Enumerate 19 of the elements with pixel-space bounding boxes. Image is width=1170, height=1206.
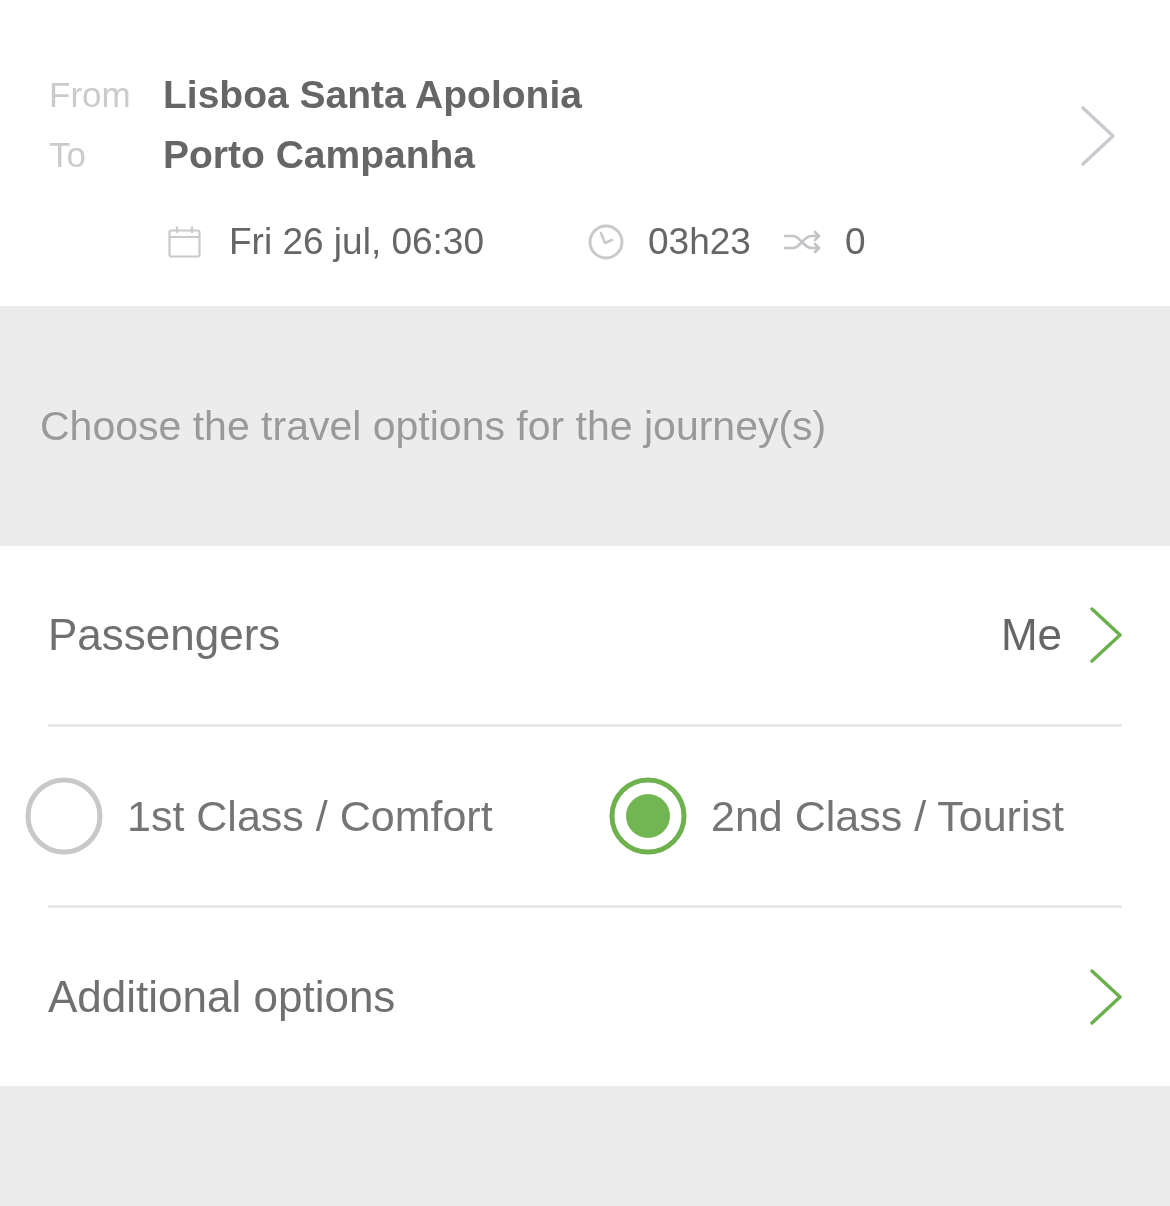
additional-options-label[interactable]: Additional options bbox=[48, 972, 396, 1022]
chevron-right-icon[interactable] bbox=[1090, 969, 1122, 1025]
chevron-right-icon[interactable] bbox=[1081, 106, 1115, 166]
calendar-icon bbox=[168, 226, 201, 258]
passengers-label[interactable]: Passengers bbox=[48, 610, 281, 660]
chevron-right-icon[interactable] bbox=[1090, 607, 1122, 663]
shuffle-icon bbox=[783, 230, 821, 254]
origin-station: Lisboa Santa Apolonia bbox=[163, 73, 582, 117]
class-option-label[interactable]: 1st Class / Comfort bbox=[127, 791, 493, 841]
instruction-text: Choose the travel options for the journey(s) bbox=[40, 402, 827, 450]
radio-button[interactable] bbox=[609, 777, 687, 855]
class-option-label[interactable]: 2nd Class / Tourist bbox=[711, 791, 1064, 841]
clock-icon bbox=[588, 224, 625, 260]
radio-button[interactable] bbox=[25, 777, 103, 855]
trip-duration: 03h23 bbox=[648, 221, 751, 263]
departure-date: Fri 26 jul, 06:30 bbox=[229, 221, 485, 263]
destination-station: Porto Campanha bbox=[163, 133, 476, 177]
passengers-value: Me bbox=[1000, 610, 1062, 660]
changes-count: 0 bbox=[844, 221, 866, 263]
